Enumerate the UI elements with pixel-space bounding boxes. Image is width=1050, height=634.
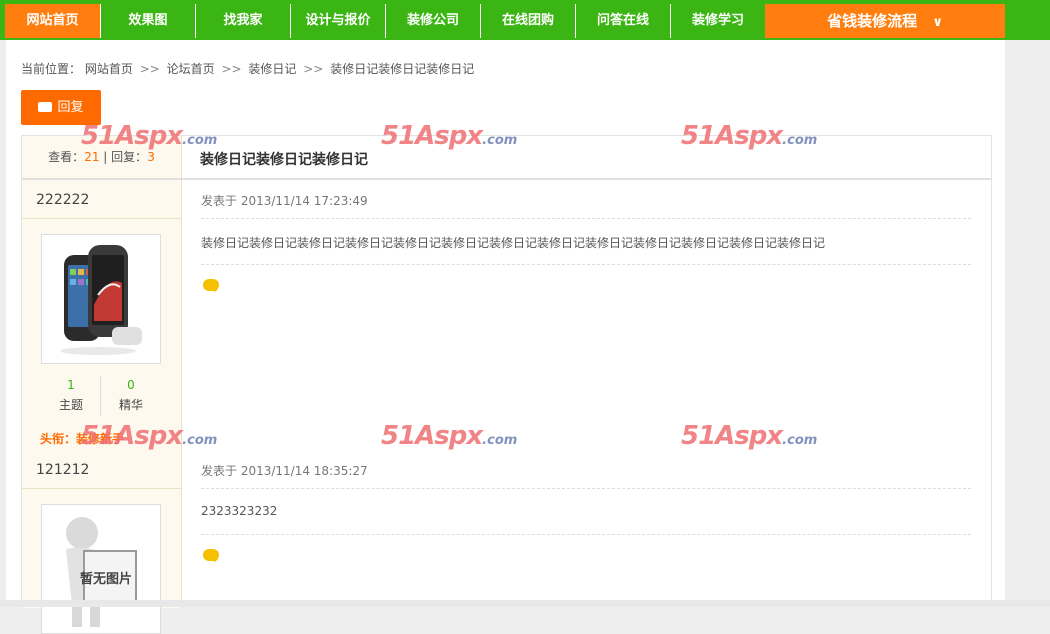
topics-count: 1 <box>67 378 75 392</box>
right-gutter <box>1005 40 1050 607</box>
thread-container: 查看：21 | 回复：3 222222 1 主题 0 精华 头衔：装修新手 12… <box>21 135 992 634</box>
post-divider <box>201 264 971 265</box>
views-label: 查看： <box>48 150 85 164</box>
topics-label: 主题 <box>58 398 83 412</box>
post-divider <box>201 534 971 535</box>
horizontal-scrollbar[interactable] <box>0 600 1050 607</box>
quote-reply-icon[interactable] <box>203 279 219 292</box>
nav-process-dropdown[interactable]: 省钱装修流程 ∨ <box>765 4 1005 38</box>
breadcrumb-separator: >> <box>303 62 324 76</box>
topics-stat[interactable]: 1 主题 <box>41 378 101 413</box>
breadcrumb-forum[interactable]: 论坛首页 <box>167 62 215 76</box>
nav-item-find-home[interactable]: 找我家 <box>196 4 291 38</box>
stats-divider: | <box>103 150 108 164</box>
thread-title: 装修日记装修日记装修日记 <box>200 152 368 168</box>
breadcrumb-home[interactable]: 网站首页 <box>85 62 133 76</box>
breadcrumb-separator: >> <box>139 62 160 76</box>
replies-count: 3 <box>147 150 155 164</box>
quote-reply-icon[interactable] <box>203 549 219 562</box>
digest-label: 精华 <box>118 398 143 412</box>
user-rank: 头衔：装修新手 <box>40 432 125 446</box>
comment-icon <box>38 102 53 112</box>
avatar[interactable] <box>41 234 161 364</box>
phone-avatar-image <box>42 235 160 363</box>
nav-item-renderings[interactable]: 效果图 <box>101 4 196 38</box>
digest-count: 0 <box>127 378 135 392</box>
reply-button-label: 回复 <box>57 100 84 115</box>
post-content: 2323323232 <box>201 504 278 518</box>
post-divider <box>201 218 971 219</box>
nav-item-companies[interactable]: 装修公司 <box>386 4 481 38</box>
post-divider <box>201 488 971 489</box>
post-timestamp: 发表于 2013/11/14 18:35:27 <box>201 464 368 478</box>
reply-button[interactable]: 回复 <box>21 90 101 125</box>
thread-title-bar: 装修日记装修日记装修日记 <box>182 136 991 180</box>
author-divider <box>22 488 181 489</box>
author-name[interactable]: 121212 <box>36 462 89 478</box>
breadcrumb-separator: >> <box>221 62 242 76</box>
breadcrumb-current: 装修日记装修日记装修日记 <box>330 62 475 76</box>
nav-item-group-buy[interactable]: 在线团购 <box>481 4 576 38</box>
no-image-text: 暂无图片 <box>80 572 133 587</box>
nav-item-qa[interactable]: 问答在线 <box>576 4 671 38</box>
thread-stats: 查看：21 | 回复：3 <box>22 136 181 180</box>
breadcrumb-prefix: 当前位置： <box>21 62 82 76</box>
post-content: 装修日记装修日记装修日记装修日记装修日记装修日记装修日记装修日记装修日记装修日记… <box>201 236 826 250</box>
nav-item-learning[interactable]: 装修学习 <box>671 4 766 38</box>
digest-stat[interactable]: 0 精华 <box>101 378 161 413</box>
top-nav: 网站首页 效果图 找我家 设计与报价 装修公司 在线团购 问答在线 装修学习 省… <box>0 0 1050 40</box>
chevron-down-icon: ∨ <box>932 15 943 30</box>
views-count: 21 <box>84 150 100 164</box>
author-divider <box>22 218 181 219</box>
nav-process-label: 省钱装修流程 <box>827 12 918 30</box>
nav-item-design-quote[interactable]: 设计与报价 <box>291 4 386 38</box>
author-name[interactable]: 222222 <box>36 192 89 208</box>
avatar[interactable]: 暂无图片 <box>41 504 161 634</box>
replies-label: 回复： <box>111 150 148 164</box>
author-sidebar: 查看：21 | 回复：3 222222 1 主题 0 精华 头衔：装修新手 12… <box>22 136 182 634</box>
breadcrumb: 当前位置： 网站首页 >> 论坛首页 >> 装修日记 >> 装修日记装修日记装修… <box>21 60 474 77</box>
nav-item-home[interactable]: 网站首页 <box>5 4 101 38</box>
post-timestamp: 发表于 2013/11/14 17:23:49 <box>201 194 368 208</box>
breadcrumb-diary[interactable]: 装修日记 <box>248 62 296 76</box>
